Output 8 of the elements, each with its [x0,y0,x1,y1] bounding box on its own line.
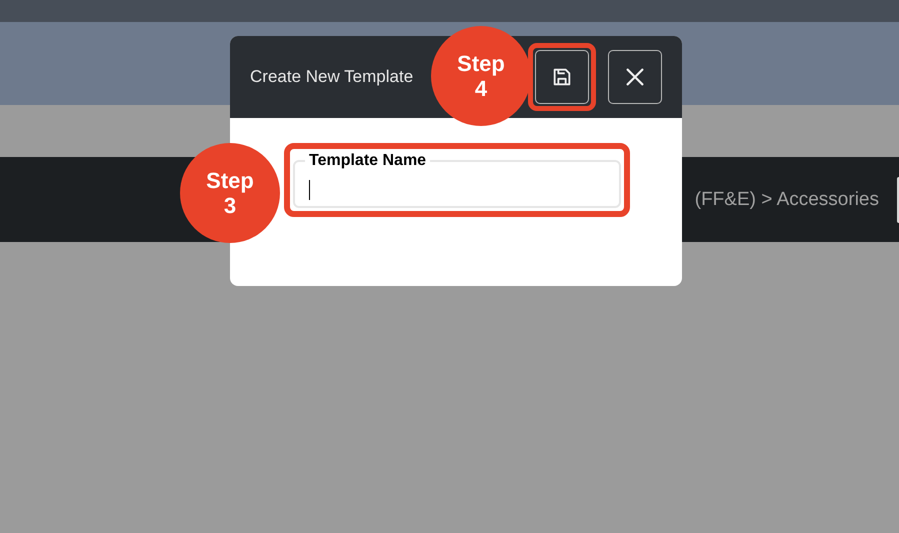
field-label: Template Name [308,152,428,170]
save-button[interactable] [535,50,589,104]
save-icon [551,66,573,88]
close-button[interactable] [608,50,662,104]
dialog-title: Create New Template [250,67,414,87]
input-field[interactable]: Template Name [293,152,621,208]
close-icon [624,66,646,88]
breadcrumb: (FF&E) > Accessories [694,188,879,210]
